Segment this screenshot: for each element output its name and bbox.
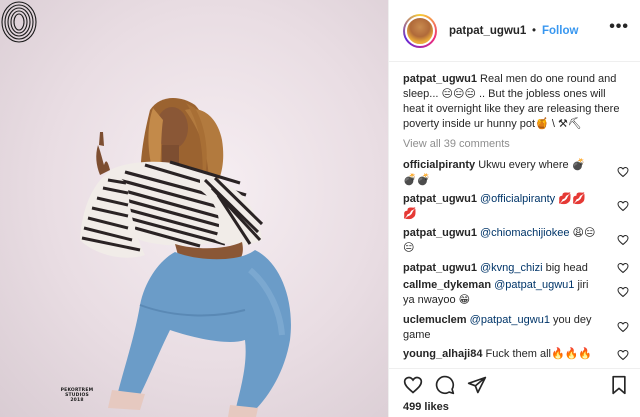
comment-text: big head (542, 262, 588, 274)
comment-item: callme_dykeman @patpat_ugwu1 jiri ya nwa… (403, 278, 597, 308)
post-caption: patpat_ugwu1 Real men do one round and s… (403, 72, 629, 132)
post-photo[interactable]: PEKORTREM STUDIOS 2018 (0, 0, 388, 417)
heart-icon[interactable] (403, 375, 423, 395)
comment-item: patpat_ugwu1 @kvng_chizi big head (403, 261, 597, 276)
post-actions-bar (389, 368, 640, 398)
header-separator-dot: • (532, 25, 537, 37)
more-options-icon[interactable]: ••• (609, 18, 629, 36)
comment-mention-link[interactable]: @chiomachijiokee (480, 227, 569, 239)
heart-outline-icon[interactable] (617, 262, 629, 274)
caption-username-link[interactable]: patpat_ugwu1 (403, 73, 477, 85)
heart-outline-icon[interactable] (617, 234, 629, 246)
comments-scrollbar[interactable] (633, 64, 638, 364)
comment-item: patpat_ugwu1 @chiomachijiokee 😩😑😑 (403, 226, 597, 256)
heart-outline-icon[interactable] (617, 286, 629, 298)
comment-username-link[interactable]: patpat_ugwu1 (403, 227, 477, 239)
comment-username-link[interactable]: patpat_ugwu1 (403, 262, 477, 274)
comment-username-link[interactable]: patpat_ugwu1 (403, 193, 477, 205)
comment-username-link[interactable]: young_alhaji84 (403, 348, 482, 360)
comment-mention-link[interactable]: @kvng_chizi (480, 262, 543, 274)
post-details-panel: patpat_ugwu1 • Follow ••• patpat_ugwu1 R… (388, 0, 640, 417)
comment-mention-link[interactable]: @patpat_ugwu1 (470, 314, 550, 326)
post-header: patpat_ugwu1 • Follow ••• (389, 0, 640, 62)
studio-watermark-text: PEKORTREM STUDIOS 2018 (60, 388, 94, 403)
comment-mention-link[interactable]: @officialpiranty (480, 193, 555, 205)
studio-fingerprint-logo (1, 1, 37, 43)
comment-item: patpat_ugwu1 @officialpiranty 💋💋💋 (403, 192, 597, 222)
comment-username-link[interactable]: uclemuclem (403, 314, 467, 326)
comments-list[interactable]: patpat_ugwu1 Real men do one round and s… (389, 62, 640, 368)
woman-photo-illustration (80, 98, 291, 417)
heart-outline-icon[interactable] (617, 321, 629, 333)
heart-outline-icon[interactable] (617, 200, 629, 212)
comment-text: Fuck them all🔥🔥🔥 (485, 348, 593, 360)
view-all-comments-link[interactable]: View all 39 comments (403, 138, 510, 150)
heart-outline-icon[interactable] (617, 166, 629, 178)
heart-outline-icon[interactable] (617, 349, 629, 361)
comment-item: uclemuclem @patpat_ugwu1 you dey game (403, 313, 597, 343)
comment-item: young_alhaji84 Fuck them all🔥🔥🔥 (403, 347, 597, 362)
header-username-link[interactable]: patpat_ugwu1 (449, 25, 526, 37)
follow-button[interactable]: Follow (542, 25, 578, 37)
comment-icon[interactable] (435, 375, 455, 395)
bookmark-icon[interactable] (609, 375, 629, 395)
avatar-story-ring[interactable] (403, 14, 437, 48)
comment-username-link[interactable]: officialpiranty (403, 159, 475, 171)
avatar[interactable] (405, 16, 435, 46)
comment-item: officialpiranty Ukwu every where 💣💣💣 (403, 158, 597, 188)
likes-count[interactable]: 499 likes (403, 401, 449, 413)
comment-mention-link[interactable]: @patpat_ugwu1 (494, 279, 574, 291)
comment-username-link[interactable]: callme_dykeman (403, 279, 491, 291)
share-icon[interactable] (467, 375, 487, 395)
